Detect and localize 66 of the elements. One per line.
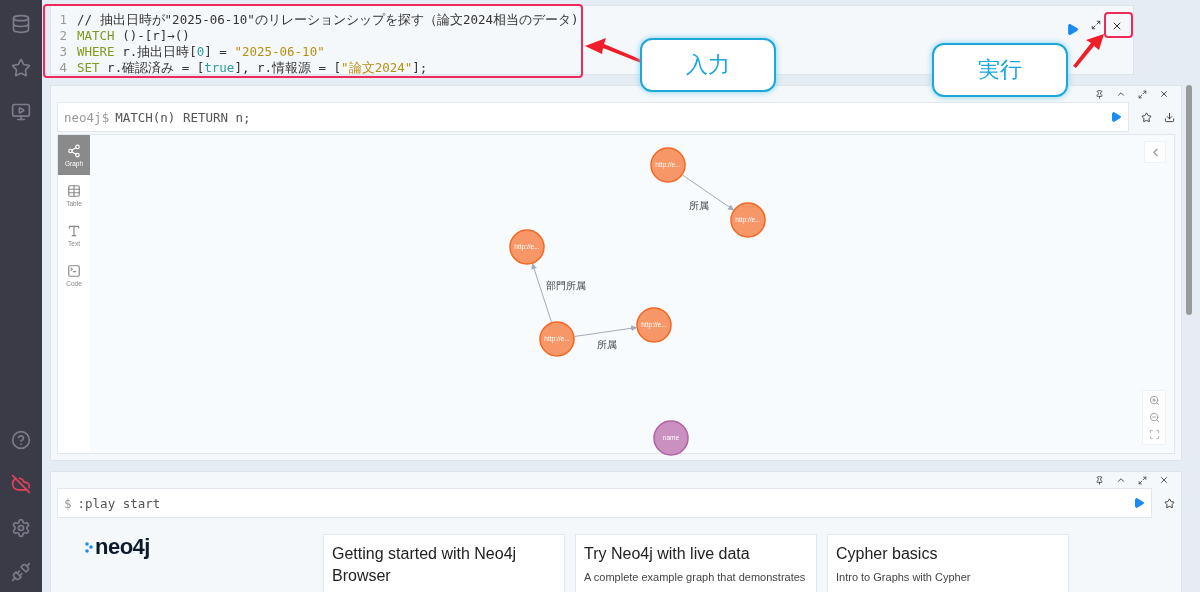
close-button[interactable]: [1111, 20, 1123, 32]
text-icon: [67, 223, 81, 238]
run-button[interactable]: [1133, 497, 1145, 509]
scrollbar-thumb[interactable]: [1186, 85, 1192, 315]
guide-card[interactable]: Try Neo4j with live data A complete example graph that demonstrates: [575, 534, 817, 592]
logo-text: neo4j: [95, 534, 150, 560]
expand-button[interactable]: [1091, 20, 1101, 30]
plug-icon[interactable]: [11, 562, 31, 582]
close-button[interactable]: [1159, 89, 1169, 99]
star-button[interactable]: [1164, 497, 1175, 509]
callout-label: 実行: [932, 43, 1068, 97]
help-icon[interactable]: [11, 430, 31, 450]
card-subtitle: Intro to Graphs with Cypher: [836, 571, 972, 583]
close-button[interactable]: [1159, 475, 1169, 485]
prompt-text: $: [64, 495, 72, 511]
settings-icon[interactable]: [11, 518, 31, 538]
run-button[interactable]: [1110, 111, 1122, 123]
card-title: Cypher basics: [836, 544, 939, 564]
prompt-text: neo4j$: [64, 109, 110, 125]
zoom-in-icon[interactable]: [1148, 395, 1160, 406]
pointer-arrow: [585, 38, 642, 63]
line-number: 1: [58, 12, 67, 28]
collapse-panel-button[interactable]: [1144, 141, 1166, 163]
line-number: 4: [58, 60, 67, 76]
card-title: Try Neo4j with live data: [584, 544, 751, 564]
cloud-off-icon[interactable]: [11, 474, 31, 494]
database-icon[interactable]: [11, 14, 31, 34]
graph-icon: [67, 143, 81, 158]
card-subtitle: A complete example graph that demonstrates: [584, 571, 807, 583]
pin-button[interactable]: [1095, 89, 1104, 99]
guide-card[interactable]: Cypher basics Intro to Graphs with Cypher: [827, 534, 1069, 592]
relationship-arrow: [574, 325, 638, 337]
relationship-arrow: [682, 174, 734, 211]
table-icon: [67, 183, 81, 198]
zoom-out-icon[interactable]: [1148, 412, 1160, 423]
expand-button[interactable]: [1138, 475, 1147, 485]
highlight-frame: [1104, 12, 1133, 38]
card-title: Getting started with Neo4j Browser: [332, 544, 518, 586]
callout-label: 入力: [640, 38, 776, 92]
download-button[interactable]: [1164, 111, 1175, 123]
fit-icon[interactable]: [1148, 429, 1160, 440]
play-icon: [1065, 22, 1079, 36]
star-icon[interactable]: [11, 58, 31, 78]
code-line: WHERE r.抽出日時[0] = "2025-06-10": [77, 44, 325, 60]
line-number: 3: [58, 44, 67, 60]
query-text: MATCH(n) RETURN n;: [115, 109, 251, 125]
pin-button[interactable]: [1095, 475, 1104, 485]
code-icon: [67, 263, 81, 278]
query-bar[interactable]: $ :play start: [57, 488, 1152, 518]
collapse-button[interactable]: [1116, 475, 1126, 485]
collapse-button[interactable]: [1116, 89, 1126, 99]
relationship-label: 所属: [689, 199, 710, 211]
code-line: SET r.確認済み = [true], r.情報源 = ["論文2024"];: [77, 60, 428, 76]
query-text: :play start: [77, 495, 161, 511]
star-button[interactable]: [1141, 111, 1152, 123]
query-bar[interactable]: neo4j$ MATCH(n) RETURN n;: [57, 102, 1129, 132]
line-number: 2: [58, 28, 67, 44]
relationship-label: 部門所属: [545, 279, 586, 291]
monitor-play-icon[interactable]: [11, 102, 31, 122]
relationship-label: 所属: [597, 338, 618, 350]
code-line: MATCH ()-[r]→(): [77, 28, 190, 44]
code-line: // 抽出日時が"2025-06-10"のリレーションシップを探す（論文2024相当のデータ): [77, 12, 579, 28]
pointer-arrow: [1073, 34, 1104, 68]
logo-dots-icon: [85, 541, 93, 553]
expand-button[interactable]: [1138, 89, 1147, 99]
guide-card[interactable]: Getting started with Neo4j Browser: [323, 534, 565, 592]
